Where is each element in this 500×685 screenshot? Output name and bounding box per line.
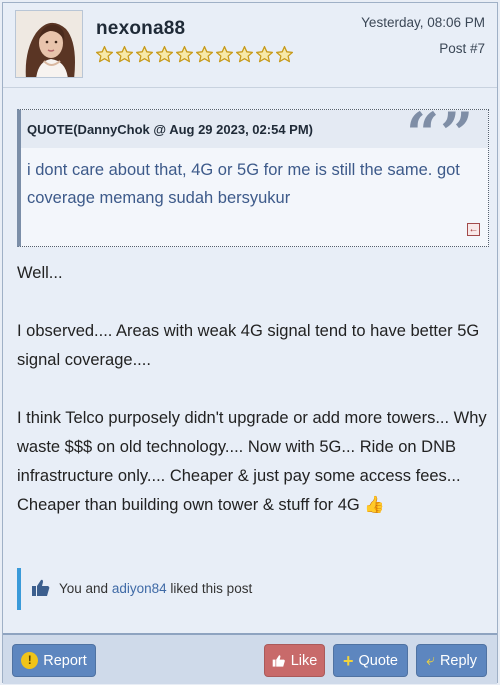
likes-suffix: liked this post [170, 581, 253, 596]
star-icon [275, 45, 294, 64]
post-timestamp: Yesterday, 08:06 PM [361, 15, 485, 30]
svg-text:”: ” [440, 110, 473, 148]
post-number[interactable]: Post #7 [439, 41, 485, 56]
username[interactable]: nexona88 [96, 18, 185, 40]
post-paragraph: I observed.... Areas with weak 4G signal… [17, 322, 480, 369]
star-icon [255, 45, 274, 64]
quote-author: QUOTE(DannyChok @ Aug 29 2023, 02:54 PM) [27, 122, 313, 137]
post-paragraph: I think Telco purposely didn't upgrade o… [17, 409, 487, 514]
like-button[interactable]: Like [264, 644, 325, 677]
quote-header: QUOTE(DannyChok @ Aug 29 2023, 02:54 PM)… [21, 100, 488, 168]
quote-text: i dont care about that, 4G or 5G for me … [27, 161, 460, 207]
forum-post: nexona88 Yesterday, 08:06 PM Post #7 QUO… [2, 2, 498, 684]
star-icon [155, 45, 174, 64]
star-icon [115, 45, 134, 64]
star-icon [175, 45, 194, 64]
thumbs-up-icon [272, 654, 285, 667]
star-icon [235, 45, 254, 64]
reply-button[interactable]: ⤶ Reply [416, 644, 487, 677]
report-label: Report [43, 652, 87, 669]
plus-icon: + [342, 650, 354, 671]
profile-photo [16, 11, 82, 77]
report-button[interactable]: ! Report [12, 644, 96, 677]
star-icon [135, 45, 154, 64]
header-divider [3, 87, 497, 88]
post-header: nexona88 Yesterday, 08:06 PM Post #7 [3, 3, 497, 87]
reply-arrow-icon: ⤶ [425, 651, 435, 669]
thumbs-up-icon [31, 578, 51, 603]
avatar[interactable] [15, 10, 83, 78]
star-icon [95, 45, 114, 64]
back-arrow-icon[interactable]: ← [467, 223, 480, 236]
star-icon [215, 45, 234, 64]
likes-prefix: You and [59, 581, 109, 596]
quote-label: Quote [358, 652, 399, 669]
likes-user-link[interactable]: adiyon84 [112, 581, 167, 596]
likes-bar: You and adiyon84 liked this post [17, 568, 489, 610]
post-body: Well... I observed.... Areas with weak 4… [17, 259, 487, 520]
quote-block: QUOTE(DannyChok @ Aug 29 2023, 02:54 PM)… [17, 100, 489, 247]
quote-marks-icon: “ ” [404, 100, 484, 168]
post-paragraph: Well... [17, 264, 63, 282]
svg-text:“: “ [406, 110, 439, 148]
post-actions: ! Report Like + Quote ⤶ Reply [3, 633, 497, 684]
star-icon [195, 45, 214, 64]
rating-stars [95, 45, 294, 64]
reply-label: Reply [439, 652, 478, 669]
alert-icon: ! [21, 652, 39, 669]
likes-text: You and adiyon84 liked this post [59, 581, 252, 596]
like-label: Like [290, 652, 318, 669]
quote-button[interactable]: + Quote [333, 644, 408, 677]
